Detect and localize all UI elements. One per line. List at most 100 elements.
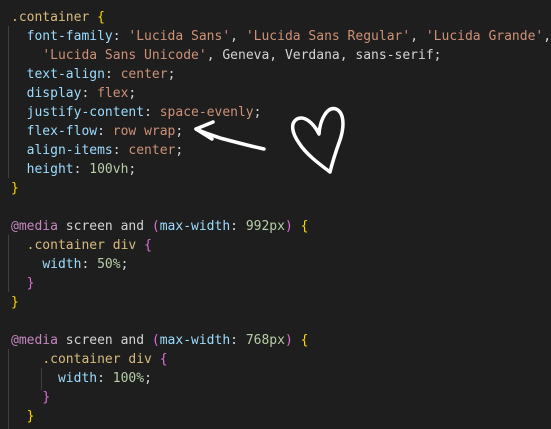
code-token: : <box>104 67 121 82</box>
code-line[interactable]: flex-flow: row wrap; <box>0 122 551 141</box>
code-token: ; <box>167 67 176 82</box>
code-editor[interactable]: .container { font-family: 'Lucida Sans',… <box>0 0 551 429</box>
code-token: : <box>230 219 246 234</box>
code-line[interactable]: @media screen and (max-width: 992px) { <box>0 217 551 236</box>
code-line[interactable]: } <box>0 274 551 293</box>
code-token: : <box>112 143 129 158</box>
code-line[interactable]: } <box>0 388 551 407</box>
code-token: @media <box>11 219 58 234</box>
code-token: { <box>144 238 152 253</box>
code-token: text-align <box>26 67 105 82</box>
code-token: : <box>97 371 113 386</box>
code-token: { <box>300 219 309 234</box>
code-line[interactable] <box>0 312 551 331</box>
code-token: font-family <box>26 29 113 44</box>
code-token: ; <box>128 86 137 101</box>
code-line[interactable]: align-items: center; <box>0 141 551 160</box>
code-token: flex <box>97 86 129 101</box>
code-token: ) <box>284 219 293 234</box>
code-token: max-width <box>159 333 231 348</box>
code-token: ; <box>144 371 152 386</box>
code-token: align-items <box>26 143 113 158</box>
code-token: , <box>230 29 246 44</box>
code-line[interactable]: 'Lucida Sans Unicode', Geneva, Verdana, … <box>0 46 551 65</box>
code-token: ( <box>151 219 160 234</box>
code-line[interactable]: } <box>0 293 551 312</box>
code-token: : <box>112 29 129 44</box>
code-token: space-evenly <box>159 105 254 120</box>
code-token: screen and <box>57 333 152 348</box>
code-token: { <box>300 333 309 348</box>
code-line[interactable]: @media screen and (max-width: 768px) { <box>0 331 551 350</box>
code-line[interactable]: width: 100%; <box>0 369 551 388</box>
code-token: ) <box>284 333 293 348</box>
code-token: } <box>26 276 35 291</box>
code-token: : <box>97 124 113 139</box>
code-line[interactable]: font-family: 'Lucida Sans', 'Lucida Sans… <box>0 27 551 46</box>
code-line[interactable]: height: 100vh; <box>0 160 551 179</box>
code-line[interactable]: justify-content: space-evenly; <box>0 103 551 122</box>
code-token: ; <box>128 162 137 177</box>
code-token: , <box>543 29 551 44</box>
code-token: row wrap <box>112 124 176 139</box>
code-token: display <box>26 86 82 101</box>
code-line[interactable] <box>0 198 551 217</box>
code-token: ; <box>175 143 184 158</box>
code-token: @media <box>11 333 58 348</box>
code-line[interactable]: .container div { <box>0 350 551 369</box>
code-token: width <box>57 371 98 386</box>
code-token: ; <box>120 257 129 272</box>
code-line[interactable]: .container { <box>0 8 551 27</box>
code-token: .container div <box>42 352 152 367</box>
code-token: width <box>42 257 82 272</box>
code-token: { <box>97 10 105 25</box>
code-token: ; <box>175 124 184 139</box>
code-token: : <box>144 105 160 120</box>
code-token: : <box>81 86 98 101</box>
code-token: center <box>120 67 168 82</box>
code-line[interactable]: .container div { <box>0 236 551 255</box>
code-token: 'Lucida Grande' <box>425 29 544 44</box>
code-token: flex-flow <box>26 124 98 139</box>
code-line[interactable]: display: flex; <box>0 84 551 103</box>
code-token: } <box>42 390 51 405</box>
code-token: 'Lucida Sans Regular' <box>245 29 411 44</box>
code-token: { <box>159 352 168 367</box>
code-token: : <box>230 333 246 348</box>
code-token: .container div <box>26 238 137 253</box>
code-token: screen and <box>57 219 152 234</box>
code-line[interactable]: width: 50%; <box>0 255 551 274</box>
code-token: ( <box>151 333 160 348</box>
code-token: 100vh <box>89 162 129 177</box>
code-line[interactable]: } <box>0 179 551 198</box>
code-token: } <box>11 295 19 310</box>
code-token: 'Lucida Sans' <box>128 29 231 44</box>
code-token: : <box>81 257 98 272</box>
code-token: 100% <box>112 371 145 386</box>
code-token: ; <box>253 105 262 120</box>
code-token: 768px <box>245 333 285 348</box>
code-line[interactable]: text-align: center; <box>0 65 551 84</box>
code-token: , <box>410 29 426 44</box>
code-token: center <box>128 143 176 158</box>
code-token: , Geneva, Verdana, sans-serif; <box>206 48 442 63</box>
code-line[interactable]: } <box>0 407 551 426</box>
